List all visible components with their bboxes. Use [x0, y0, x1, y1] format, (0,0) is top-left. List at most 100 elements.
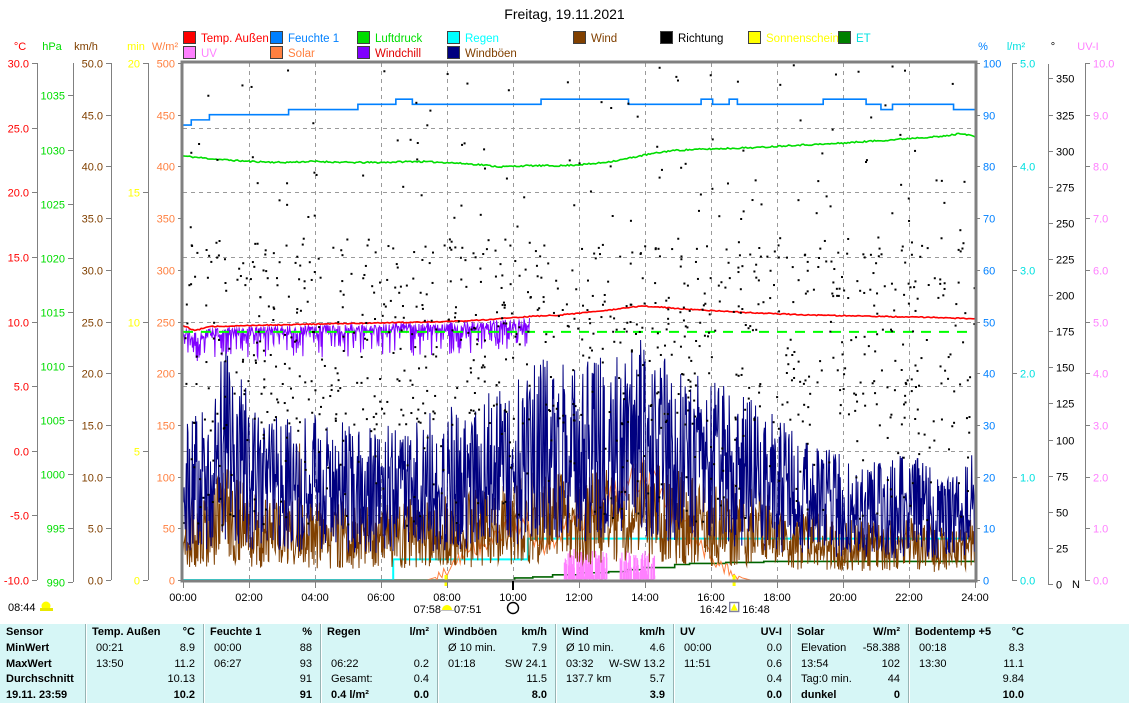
stat-time	[674, 671, 684, 687]
legend-item-windboeen: Windböen	[447, 44, 517, 57]
stat-row: 10.13	[86, 671, 203, 687]
stat-value: 0	[894, 687, 908, 703]
stat-row: 00:000.0	[674, 640, 790, 656]
weather-station-day-view: Freitag, 19.11.2021 Temp. AußenFeuchte 1…	[0, 0, 1129, 703]
legend-item-richtung: Richtung	[660, 29, 723, 42]
richtung-swatch-icon	[660, 31, 673, 44]
stat-row: 06:220.2	[321, 656, 437, 672]
legend-item-wind: Wind	[573, 29, 617, 42]
stat-row: 03:32 W-SW 13.2	[556, 656, 673, 672]
stat-time: Gesamt:	[321, 671, 373, 687]
stat-row: 00:18 8.3	[909, 640, 1032, 656]
column-name: Feuchte 1	[204, 624, 261, 640]
stat-value: 44	[888, 671, 908, 687]
stat-time	[86, 671, 96, 687]
stat-row	[321, 640, 437, 656]
stat-value: 0.4	[414, 671, 437, 687]
weather-chart-canvas	[0, 0, 1129, 622]
luftdruck-swatch-icon	[357, 31, 370, 44]
stat-row: 0.4 l/m²0.0	[321, 687, 437, 703]
row-label: MaxWert	[0, 656, 85, 672]
stat-time	[438, 687, 448, 703]
legend-item-regen: Regen	[447, 29, 499, 42]
legend-item-solar: Solar	[270, 44, 315, 57]
column-header: Temp. Außen°C	[86, 624, 203, 640]
row-label: Durchschnitt	[0, 671, 85, 687]
stat-time: 137.7 km	[556, 671, 611, 687]
stat-column-solar: SolarW/m²Elevation-58.38813:54102Tag:0 m…	[790, 624, 908, 703]
stat-time: 00:00	[674, 640, 712, 656]
stat-column-regen: Regen l/m² 06:220.2Gesamt: 0.40.4 l/m²0.0	[320, 624, 437, 703]
stat-time	[204, 671, 214, 687]
stat-value: 93	[300, 656, 320, 672]
stat-value: 3.9	[650, 687, 673, 703]
column-unit: °C	[1012, 624, 1032, 640]
legend-item-et: ET	[838, 29, 871, 42]
stat-row: 11:51 0.6	[674, 656, 790, 672]
stat-value: SW 24.1	[505, 656, 555, 672]
stat-column-temp-au-en: Temp. Außen°C00:218.913:50 11.210.1310.2	[85, 624, 203, 703]
stat-row: 10.0	[909, 687, 1032, 703]
stat-row: Tag:0 min. 44	[791, 671, 908, 687]
legend-item-luftdruck: Luftdruck	[357, 29, 422, 42]
column-name: Regen	[321, 624, 361, 640]
column-unit: UV-I	[761, 624, 790, 640]
stat-value: 0.4	[767, 671, 790, 687]
stat-row: Elevation-58.388	[791, 640, 908, 656]
stat-row: dunkel0	[791, 687, 908, 703]
stat-value: 4.6	[650, 640, 673, 656]
row-label: Sensor	[0, 624, 85, 640]
column-name: Windböen	[438, 624, 497, 640]
legend-item-feuchte-1: Feuchte 1	[270, 29, 339, 42]
column-unit: °C	[183, 624, 203, 640]
temp-aussen-swatch-icon	[183, 31, 196, 44]
stat-row: 91	[204, 671, 320, 687]
uv-swatch-icon	[183, 46, 196, 59]
stat-time: Tag:0 min.	[791, 671, 852, 687]
stat-time: 06:27	[204, 656, 242, 672]
stat-row: 06:27 93	[204, 656, 320, 672]
stat-value: 5.7	[650, 671, 673, 687]
stat-time: 03:32	[556, 656, 594, 672]
stat-value: 91	[300, 687, 320, 703]
stat-time: 00:18	[909, 640, 947, 656]
stat-value	[429, 640, 437, 656]
regen-swatch-icon	[447, 31, 460, 44]
legend-label: Wind	[591, 33, 617, 45]
stat-row: 00:218.9	[86, 640, 203, 656]
stat-value: 10.2	[174, 687, 203, 703]
stat-value: W-SW 13.2	[609, 656, 673, 672]
stat-time	[909, 687, 919, 703]
stat-row: 13:3011.1	[909, 656, 1032, 672]
column-unit: l/m²	[409, 624, 437, 640]
stat-value: 11.2	[174, 656, 203, 672]
stat-row: 8.0	[438, 687, 555, 703]
stat-row: Gesamt: 0.4	[321, 671, 437, 687]
column-header: Windböen km/h	[438, 624, 555, 640]
stat-time: 13:50	[86, 656, 124, 672]
column-unit: km/h	[521, 624, 555, 640]
row-label: MinWert	[0, 640, 85, 656]
stat-time	[86, 687, 96, 703]
feuchte-1-swatch-icon	[270, 31, 283, 44]
stat-column-uv: UVUV-I00:000.011:510.60.40.0	[673, 624, 790, 703]
stat-row: 13:54102	[791, 656, 908, 672]
stat-value: 88	[300, 640, 320, 656]
legend-label: Windchill	[375, 48, 421, 60]
stat-value: 8.3	[1009, 640, 1032, 656]
stat-value: 10.0	[1003, 687, 1032, 703]
stat-value: 8.9	[180, 640, 203, 656]
stat-column-bodentemp-5: Bodentemp +5°C00:188.313:3011.19.8410.0	[908, 624, 1032, 703]
stat-value: 0.0	[414, 687, 437, 703]
legend-item-windchill: Windchill	[357, 44, 421, 57]
sonnenschein-swatch-icon	[748, 31, 761, 44]
stat-time	[321, 640, 331, 656]
stat-row: Ø 10 min.4.6	[556, 640, 673, 656]
column-header: Windkm/h	[556, 624, 673, 640]
stat-column-windb-en: Windböenkm/hØ 10 min.7.901:18SW 24.111.5…	[437, 624, 555, 703]
legend-label: UV	[201, 48, 217, 60]
chart-title: Freitag, 19.11.2021	[0, 6, 1129, 22]
stat-value: 0.6	[767, 656, 790, 672]
stat-time: Ø 10 min.	[438, 640, 496, 656]
stat-time: 11:51	[674, 656, 711, 672]
